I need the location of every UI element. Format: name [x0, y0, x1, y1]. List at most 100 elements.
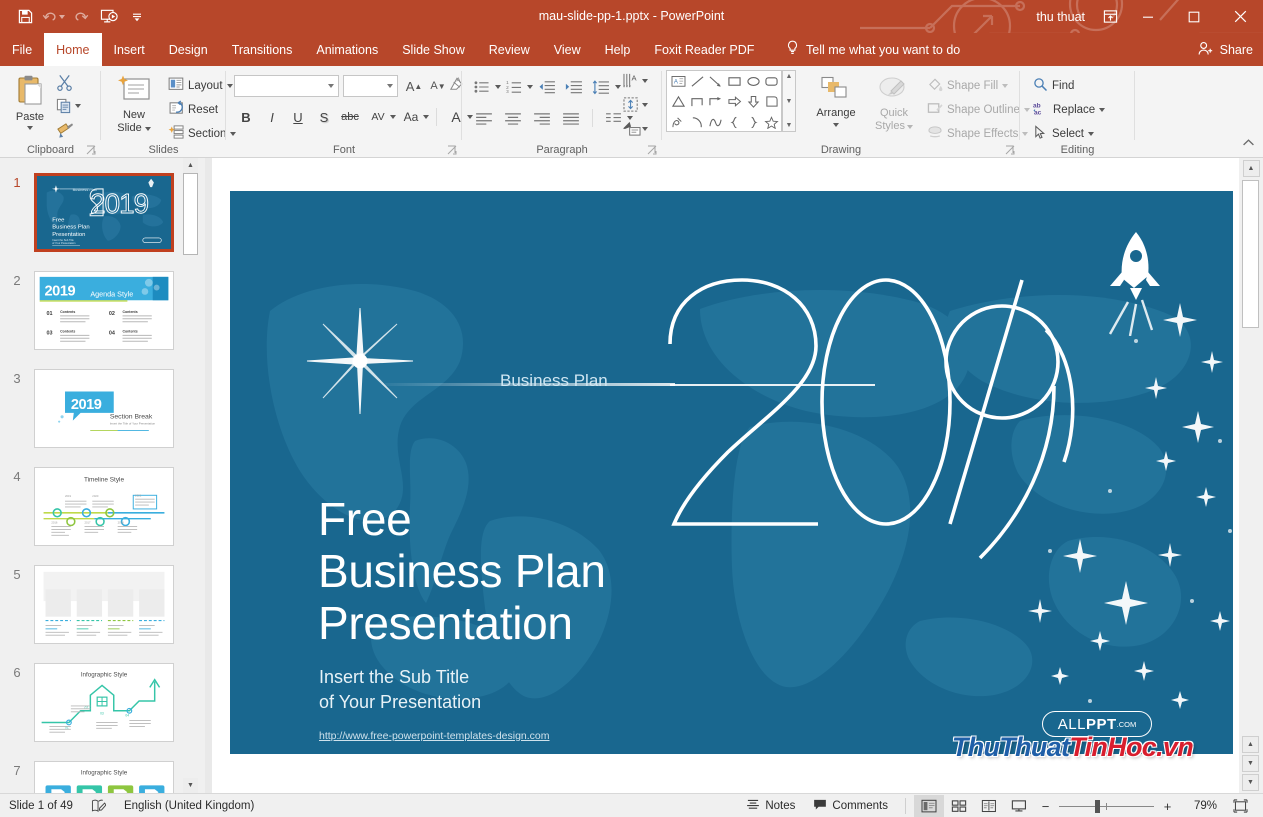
slide-show-button[interactable] [1004, 795, 1034, 817]
line-spacing-button[interactable] [588, 76, 614, 98]
scroll-up-icon[interactable]: ▲ [1242, 160, 1260, 177]
elbow-connector-shape[interactable] [688, 92, 707, 112]
shapes-gallery[interactable]: A [666, 70, 782, 132]
pane-splitter[interactable] [205, 158, 212, 793]
thumbnail-slide-1[interactable]: 2019 Business Plan Free Business Plan Pr… [34, 173, 174, 252]
star-shape[interactable] [762, 112, 781, 132]
right-arrow-shape[interactable] [725, 92, 744, 112]
thumbnail-slide-2[interactable]: 2019 Agenda Style 01 Contents 02 Content… [34, 271, 174, 350]
slide-title[interactable]: Free Business Plan Presentation [318, 493, 606, 649]
tab-home[interactable]: Home [44, 33, 102, 66]
copy-button[interactable] [56, 98, 81, 114]
thumbnail-slide-6[interactable]: Infographic Style 02 03 04 01 [34, 663, 174, 742]
find-button[interactable]: Find [1030, 75, 1077, 97]
oval-shape[interactable] [744, 71, 763, 91]
cut-button[interactable] [56, 74, 73, 96]
curve-shape[interactable] [706, 112, 725, 132]
share-button[interactable]: Share [1198, 33, 1253, 66]
language-indicator[interactable]: English (United Kingdom) [115, 794, 263, 817]
text-shadow-button[interactable]: S [312, 106, 336, 128]
slide-area-scrollbar[interactable]: ▲ ▲ ▼ ▼ [1239, 158, 1263, 793]
thumbnail-slide-4[interactable]: Timeline Style 2019 2020 2021 2016 2017 2018 [34, 467, 174, 546]
thumbnail-slide-5[interactable] [34, 565, 174, 644]
tab-help[interactable]: Help [593, 33, 643, 66]
align-text-button[interactable] [622, 96, 648, 113]
arc-shape[interactable] [688, 112, 707, 132]
underline-button[interactable]: U [286, 106, 310, 128]
slide-sorter-view-button[interactable] [944, 795, 974, 817]
quick-styles-button[interactable]: Quick Styles [868, 76, 920, 133]
slide-editing-area[interactable]: Business Plan Free Business Plan Present… [212, 158, 1239, 793]
scrollbar-thumb[interactable] [1242, 180, 1259, 328]
rounded-rectangle-shape[interactable] [762, 71, 781, 91]
shape-fill-button[interactable]: Shape Fill [924, 75, 1011, 97]
tab-file[interactable]: File [0, 33, 44, 66]
increase-indent-button[interactable] [561, 76, 587, 98]
thumbnail-item-2[interactable]: 2 2019 Agenda Style 01 Contents 02 Conte… [0, 271, 190, 350]
align-left-button[interactable] [470, 107, 498, 129]
thumbnail-slide-3[interactable]: 2019 Section Break Insert the Title of Y… [34, 369, 174, 448]
zoom-out-button[interactable]: − [1040, 799, 1051, 814]
align-right-button[interactable] [528, 107, 556, 129]
convert-to-smartart-button[interactable] [622, 120, 648, 137]
zoom-slider-track[interactable] [1059, 799, 1154, 813]
paragraph-dialog-launcher[interactable] [646, 143, 658, 155]
shape-effects-button[interactable]: Shape Effects [924, 123, 1031, 145]
select-button[interactable]: Select [1030, 123, 1097, 145]
character-spacing-button[interactable]: AV [364, 106, 392, 128]
shapes-scroll-down-icon[interactable]: ▼ [786, 98, 793, 105]
tab-foxit-reader-pdf[interactable]: Foxit Reader PDF [642, 33, 766, 66]
rectangle-shape[interactable] [725, 71, 744, 91]
drawing-dialog-launcher[interactable] [1004, 143, 1016, 155]
next-slide-icon[interactable]: ▼ [1242, 755, 1259, 772]
arrow-shape[interactable] [706, 71, 725, 91]
collapse-ribbon-button[interactable] [1242, 135, 1255, 153]
line-shape[interactable] [688, 71, 707, 91]
notes-button[interactable]: Notes [737, 794, 804, 817]
font-dialog-launcher[interactable] [446, 143, 458, 155]
tab-review[interactable]: Review [477, 33, 542, 66]
textbox-shape[interactable]: A [669, 71, 688, 91]
reset-button[interactable]: Reset [165, 98, 221, 121]
zoom-in-button[interactable]: + [1162, 799, 1173, 814]
scroll-down-icon[interactable]: ▼ [1242, 774, 1259, 791]
thumbnail-pane-scrollbar[interactable]: ▲ ▼ [183, 158, 198, 793]
slide-url-link[interactable]: http://www.free-powerpoint-templates-des… [319, 730, 550, 742]
thumbnail-item-6[interactable]: 6 Infographic Style 02 03 04 01 [0, 663, 190, 742]
ribbon-display-options-icon[interactable] [1095, 0, 1125, 33]
thumbnail-scroll-up-icon[interactable]: ▲ [183, 158, 198, 173]
strikethrough-button[interactable]: abc [338, 106, 362, 128]
bold-button[interactable]: B [234, 106, 258, 128]
current-slide[interactable]: Business Plan Free Business Plan Present… [230, 191, 1233, 754]
replace-button[interactable]: ab ac Replace [1030, 99, 1108, 121]
tab-animations[interactable]: Animations [304, 33, 390, 66]
justify-button[interactable] [557, 107, 585, 129]
accessibility-checker-icon[interactable] [82, 794, 115, 817]
close-button[interactable] [1217, 0, 1263, 33]
slide-thumbnail-pane[interactable]: 1 2019 Business Plan Free Business Plan … [0, 158, 205, 793]
right-brace-shape[interactable] [744, 112, 763, 132]
freeform-shape[interactable] [669, 112, 688, 132]
account-name[interactable]: thu thuat [1026, 10, 1095, 24]
comments-button[interactable]: Comments [804, 794, 897, 817]
normal-view-button[interactable] [914, 795, 944, 817]
thumbnail-item-5[interactable]: 5 [0, 565, 190, 644]
decrease-indent-button[interactable] [534, 76, 560, 98]
bullets-button[interactable] [470, 76, 494, 98]
previous-slide-icon[interactable]: ▲ [1242, 736, 1259, 753]
tab-design[interactable]: Design [157, 33, 220, 66]
decrease-font-size-button[interactable]: A ▼ [426, 75, 450, 97]
thumbnail-item-1[interactable]: 1 2019 Business Plan Free Business Plan … [0, 173, 190, 252]
tab-view[interactable]: View [542, 33, 593, 66]
new-slide-button[interactable]: New Slide [108, 74, 160, 135]
left-brace-shape[interactable] [725, 112, 744, 132]
slide-counter[interactable]: Slide 1 of 49 [0, 794, 82, 817]
tab-transitions[interactable]: Transitions [220, 33, 305, 66]
tell-me-search[interactable]: Tell me what you want to do [786, 33, 960, 66]
maximize-button[interactable] [1171, 0, 1217, 33]
increase-font-size-button[interactable]: A ▲ [402, 75, 426, 97]
tab-insert[interactable]: Insert [102, 33, 157, 66]
zoom-level-label[interactable]: 79% [1179, 800, 1217, 812]
font-name-combobox[interactable] [234, 75, 339, 97]
clipboard-dialog-launcher[interactable] [85, 143, 97, 155]
